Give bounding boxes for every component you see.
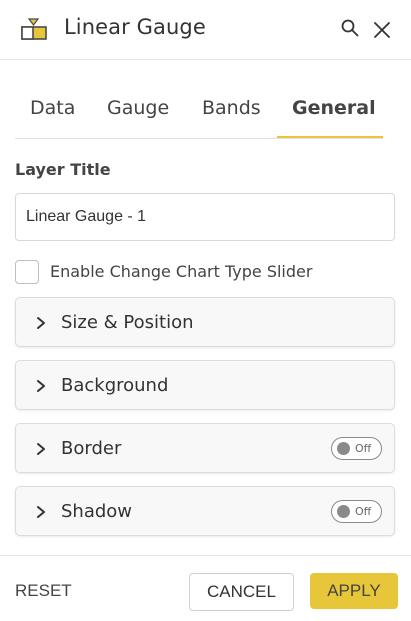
active-tab-indicator	[277, 136, 383, 138]
tab-bands[interactable]: Bands	[202, 97, 261, 119]
shadow-toggle[interactable]: Off	[331, 500, 382, 523]
border-toggle[interactable]: Off	[331, 437, 382, 460]
panel-header: Linear Gauge	[0, 0, 411, 60]
tab-gauge[interactable]: Gauge	[107, 97, 169, 119]
toggle-state-label: Off	[355, 505, 372, 518]
panel-title-size-position: Size & Position	[61, 312, 194, 333]
apply-button[interactable]: APPLY	[310, 573, 398, 609]
layer-title-input[interactable]	[15, 193, 395, 241]
toggle-knob	[337, 505, 350, 518]
panel-title-shadow: Shadow	[61, 501, 133, 522]
panel-footer: RESET CANCEL APPLY	[0, 555, 411, 621]
search-icon[interactable]	[341, 19, 359, 37]
shadow-panel[interactable]: Shadow Off	[15, 486, 395, 536]
cancel-button[interactable]: CANCEL	[189, 573, 294, 611]
chevron-right-icon	[37, 380, 45, 392]
tab-general[interactable]: General	[292, 97, 376, 119]
toggle-knob	[337, 442, 350, 455]
chevron-right-icon	[37, 506, 45, 518]
toggle-state-label: Off	[355, 442, 372, 455]
change-chart-type-label: Enable Change Chart Type Slider	[50, 262, 313, 281]
close-icon[interactable]	[372, 20, 392, 40]
tab-bar: Data Gauge Bands General	[15, 88, 383, 139]
panel-title: Linear Gauge	[64, 15, 206, 39]
panel-title-border: Border	[61, 438, 122, 459]
layer-title-label: Layer Title	[15, 160, 111, 179]
tab-data[interactable]: Data	[30, 97, 75, 119]
change-chart-type-checkbox[interactable]	[15, 260, 39, 284]
reset-button[interactable]: RESET	[15, 581, 72, 601]
linear-gauge-icon	[21, 18, 47, 40]
panel-title-background: Background	[61, 375, 169, 396]
border-panel[interactable]: Border Off	[15, 423, 395, 473]
chevron-right-icon	[37, 317, 45, 329]
background-panel[interactable]: Background	[15, 360, 395, 410]
chevron-right-icon	[37, 443, 45, 455]
size-position-panel[interactable]: Size & Position	[15, 297, 395, 347]
